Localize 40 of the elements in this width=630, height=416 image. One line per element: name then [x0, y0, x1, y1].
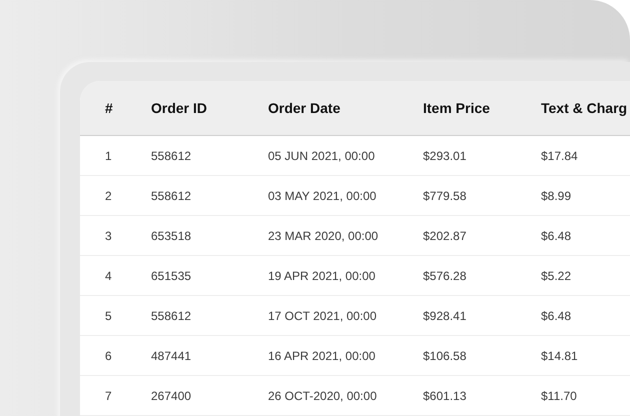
column-header: Order ID	[151, 100, 208, 116]
table-cell-text: 23 MAR 2020, 00:00	[268, 228, 380, 242]
table-cell-text: 267400	[151, 388, 192, 402]
column-header: Order Date	[268, 100, 342, 116]
table-cell-text: 19 APR 2021, 00:00	[268, 268, 376, 282]
table-cell-text: $576.28	[423, 268, 468, 282]
table-cell-text: $14.81	[541, 348, 579, 362]
table-cell-text: 17 OCT 2021, 00:00	[268, 308, 378, 322]
table-cell-text: 3	[105, 228, 113, 242]
table-cell-text: $928.41	[423, 308, 468, 322]
table-cell-text: $293.01	[423, 148, 468, 162]
column-header: #	[105, 100, 114, 116]
table-cell-text: 05 JUN 2021, 00:00	[268, 148, 376, 162]
table-cell-text: 2	[105, 188, 113, 202]
table-cell-text: 558612	[151, 188, 192, 202]
table-cell-text: 26 OCT-2020, 00:00	[268, 388, 378, 402]
table-cell-text: 1	[105, 148, 113, 162]
column-header: Item Price	[423, 100, 491, 116]
table-cell-text: $8.99	[541, 188, 572, 202]
table-cell-text: $6.48	[541, 308, 572, 322]
table-cell-text: $11.70	[541, 388, 578, 402]
table-cell-text: $106.58	[423, 348, 468, 362]
table-cell-text: $17.84	[541, 148, 579, 162]
table-cell-text: $779.58	[423, 188, 468, 202]
table-cell-text: $202.87	[423, 228, 468, 242]
column-header: Text & Charg	[541, 100, 628, 116]
table-cell-text: $601.13	[423, 388, 468, 402]
table-cell-text: 6	[105, 348, 113, 362]
table-cell-text: 651535	[151, 268, 192, 282]
table-cell-text: 4	[105, 268, 113, 282]
table-cell-text: 03 MAY 2021, 00:00	[268, 188, 378, 202]
table-cell-text: 7	[105, 388, 113, 402]
table-cell-text: $6.48	[541, 228, 572, 242]
table-cell-text: 487441	[151, 348, 192, 362]
table-cell-text: 16 APR 2021, 00:00	[268, 348, 376, 362]
table-cell-text: 5	[105, 308, 113, 322]
table-cell-text: 558612	[151, 308, 192, 322]
table-cell-text: $5.22	[541, 268, 572, 282]
table-cell-text: 558612	[151, 148, 192, 162]
table-cell-text: 653518	[151, 228, 192, 242]
